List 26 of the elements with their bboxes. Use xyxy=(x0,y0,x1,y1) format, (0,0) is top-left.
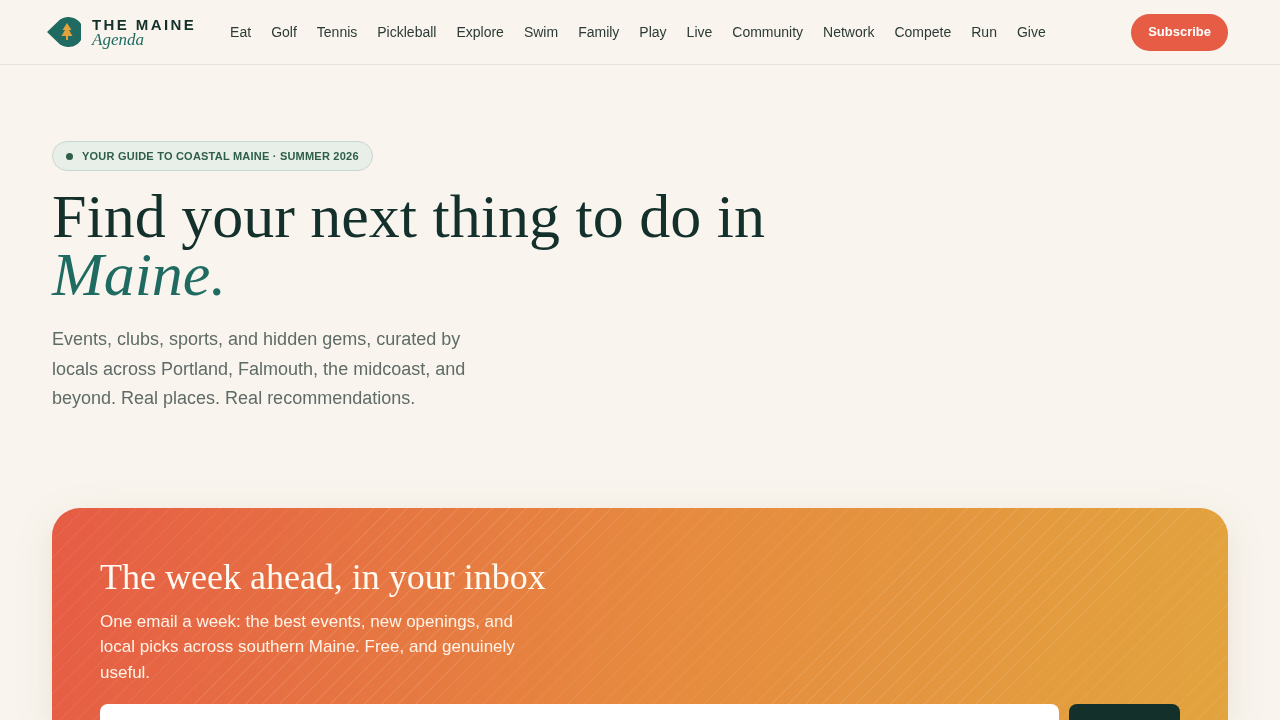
email-input-field[interactable] xyxy=(100,704,1059,720)
status-dot-icon xyxy=(66,152,73,160)
nav-link[interactable]: Live xyxy=(686,21,713,43)
nav-link[interactable]: Pickleball xyxy=(377,21,437,43)
nav-link[interactable]: Network xyxy=(823,21,875,43)
nav-link[interactable]: Tennis xyxy=(316,21,358,43)
signup-button[interactable] xyxy=(1069,704,1180,720)
newsletter-title: The week ahead, in your inbox xyxy=(100,555,547,599)
logo-title: THE MAINE xyxy=(92,16,197,32)
nav-link[interactable]: Explore xyxy=(456,21,504,43)
intro-paragraph: Events, clubs, sports, and hidden gems, curated by locals across Portland, Falmouth, the midcoast, and beyond. Real places. Real recommendations. xyxy=(52,328,467,410)
headline: Find your next thing to do in Maine. xyxy=(52,187,765,303)
tree-logo-icon xyxy=(47,17,81,47)
badge-text: YOUR GUIDE TO COASTAL MAINE · SUMMER 2026 xyxy=(82,148,359,164)
newsletter-text: One email a week: the best events, new openings, and local picks across southern Maine. Free, and genuinely useful. xyxy=(100,610,516,684)
nav-link[interactable]: Community xyxy=(732,21,804,43)
nav-link[interactable]: Give xyxy=(1016,21,1046,43)
subscribe-button[interactable]: Subscribe xyxy=(1131,13,1228,51)
nav-link[interactable]: Family xyxy=(578,21,620,43)
nav-link[interactable]: Play xyxy=(639,21,667,43)
nav-link[interactable]: Compete xyxy=(894,21,952,43)
nav-link[interactable]: Swim xyxy=(523,21,559,43)
nav-link[interactable]: Golf xyxy=(271,21,297,43)
nav-link[interactable]: Run xyxy=(971,21,997,43)
nav-link[interactable]: Eat xyxy=(230,21,252,43)
logo-subtitle: Agenda xyxy=(92,30,144,48)
